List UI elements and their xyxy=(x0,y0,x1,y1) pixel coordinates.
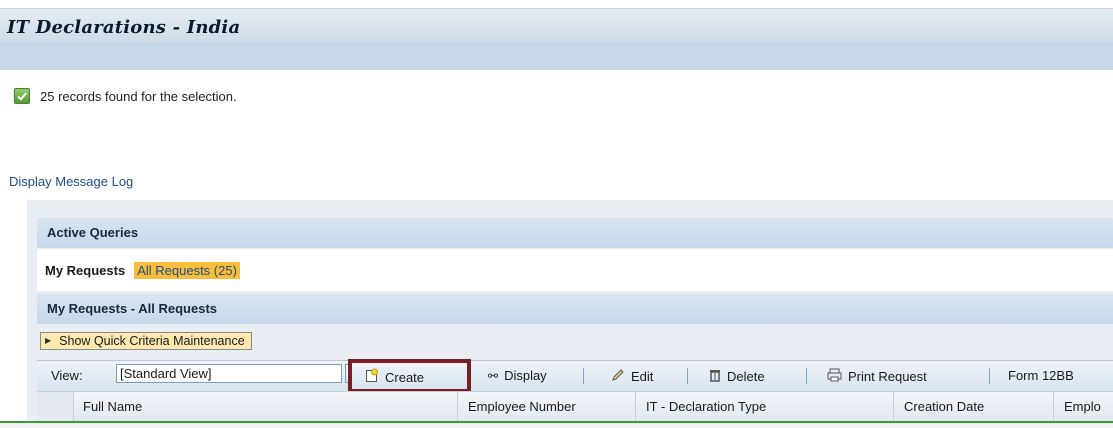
print-request-button[interactable]: Print Request xyxy=(827,368,927,385)
printer-icon xyxy=(827,368,842,385)
form-12bb-button[interactable]: Form 12BB xyxy=(1008,368,1074,383)
delete-button[interactable]: Delete xyxy=(709,368,765,385)
create-label: Create xyxy=(385,369,425,385)
view-label: View: xyxy=(51,368,83,383)
form-12bb-label: Form 12BB xyxy=(1008,368,1074,383)
trash-icon xyxy=(709,368,721,385)
delete-label: Delete xyxy=(727,369,765,384)
sub-header-bar xyxy=(0,42,1113,70)
column-header-creation-date[interactable]: Creation Date xyxy=(894,392,1054,422)
check-icon xyxy=(14,88,30,104)
status-message: 25 records found for the selection. xyxy=(14,88,237,104)
glasses-icon: ⚯ xyxy=(488,368,499,383)
my-requests-label: My Requests xyxy=(45,262,126,278)
pencil-icon xyxy=(611,368,625,385)
quick-criteria-row: ▶ Show Quick Criteria Maintenance xyxy=(37,326,1113,352)
create-button[interactable]: Create xyxy=(365,368,424,386)
view-select[interactable]: [Standard View] xyxy=(116,364,342,383)
row-selector-header[interactable] xyxy=(37,392,74,422)
display-button[interactable]: ⚯ Display xyxy=(488,368,547,383)
new-document-icon xyxy=(365,368,379,386)
table-header-row: Full Name Employee Number IT - Declarati… xyxy=(37,391,1113,422)
create-button-highlight: Create xyxy=(348,359,471,393)
active-queries-header: Active Queries xyxy=(37,218,1113,248)
active-queries-row: My Requests All Requests (25) xyxy=(37,249,1113,291)
toolbar-divider xyxy=(583,368,584,384)
quick-criteria-label: Show Quick Criteria Maintenance xyxy=(59,334,245,348)
column-header-full-name[interactable]: Full Name xyxy=(73,392,458,422)
page-title: IT Declarations - India xyxy=(7,17,241,38)
title-bar: IT Declarations - India xyxy=(0,8,1113,42)
column-header-employee[interactable]: Emplo xyxy=(1054,392,1113,422)
toolbar-divider xyxy=(687,368,688,384)
status-text: 25 records found for the selection. xyxy=(40,88,237,104)
toolbar-divider xyxy=(989,368,990,384)
bottom-accent-line xyxy=(0,421,1113,423)
print-request-label: Print Request xyxy=(848,369,927,384)
display-label: Display xyxy=(504,368,547,383)
show-quick-criteria-button[interactable]: ▶ Show Quick Criteria Maintenance xyxy=(40,332,252,350)
all-requests-link[interactable]: All Requests (25) xyxy=(134,261,240,279)
display-message-log-link[interactable]: Display Message Log xyxy=(9,174,133,189)
column-header-employee-number[interactable]: Employee Number xyxy=(458,392,636,422)
triangle-right-icon: ▶ xyxy=(45,336,52,345)
column-header-declaration-type[interactable]: IT - Declaration Type xyxy=(636,392,894,422)
edit-label: Edit xyxy=(631,369,654,384)
results-header: My Requests - All Requests xyxy=(37,294,1113,324)
table-toolbar: View: [Standard View] ▼ ⚯ Display Edit D… xyxy=(37,360,1113,391)
toolbar-divider xyxy=(806,368,807,384)
edit-button[interactable]: Edit xyxy=(611,368,653,385)
